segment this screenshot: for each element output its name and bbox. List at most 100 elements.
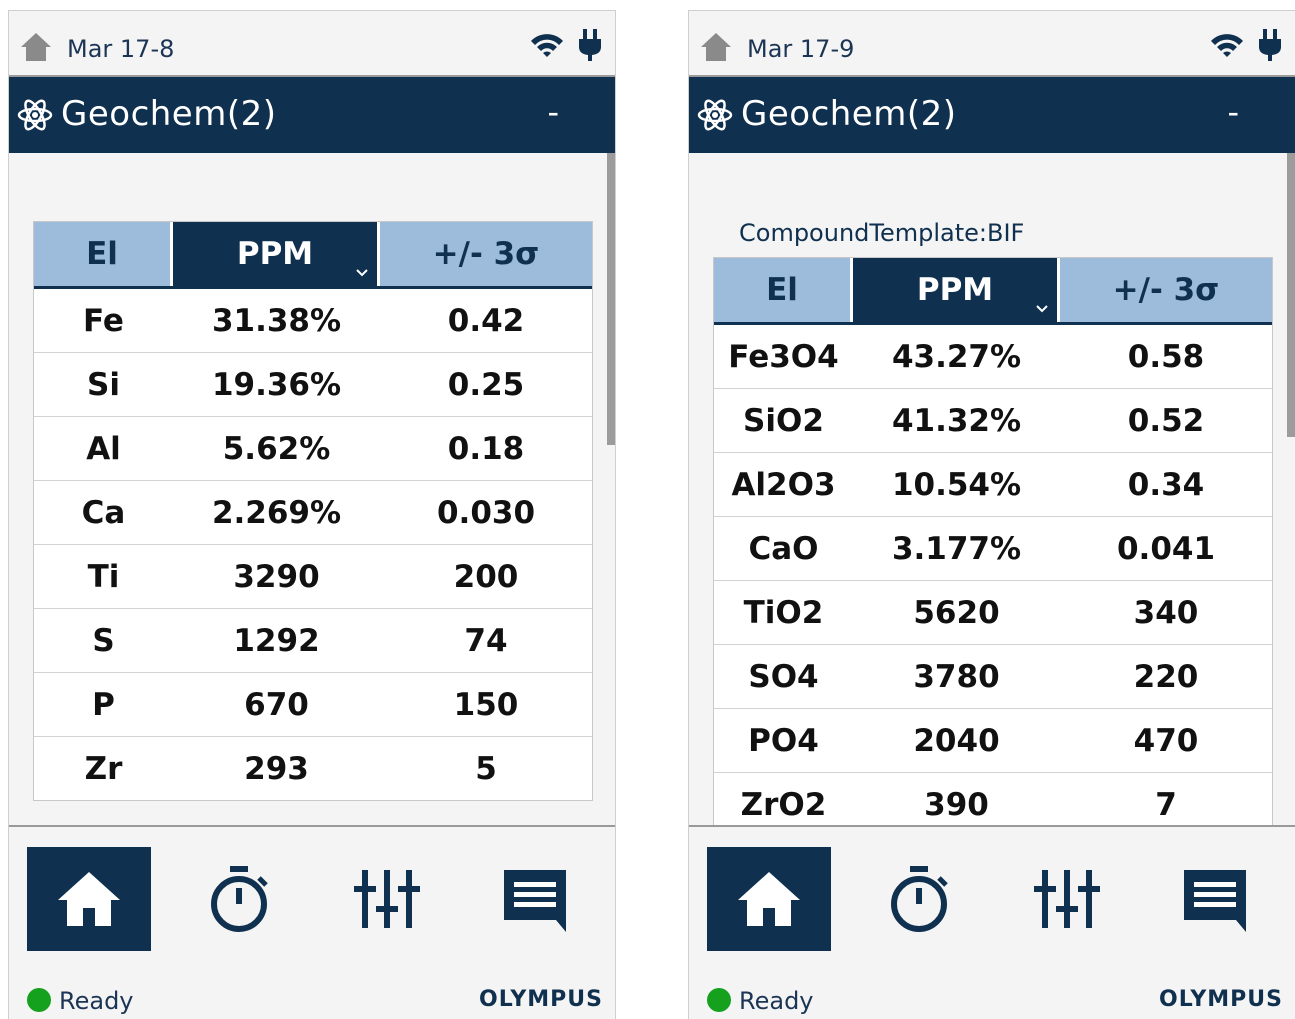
- nav-settings-button[interactable]: [1005, 847, 1129, 951]
- brand-logo: OLYMPUS: [479, 987, 603, 1012]
- analyzer-screen-left: Mar 17-8 Geochem(2) - El PPM +/- 3σ Fe 31…: [8, 10, 616, 1019]
- sliders-icon: [354, 870, 420, 928]
- element-cell: S: [92, 622, 115, 659]
- table-header: El PPM +/- 3σ: [34, 222, 592, 289]
- wifi-icon: [1211, 34, 1243, 57]
- home-icon[interactable]: [699, 31, 733, 63]
- table-row[interactable]: Al 5.62% 0.18: [34, 417, 592, 481]
- message-icon: [1184, 870, 1246, 932]
- error-cell: 0.041: [1116, 530, 1216, 567]
- table-row[interactable]: TiO2 5620 340: [714, 581, 1272, 645]
- home-icon: [58, 872, 120, 926]
- error-cell: 0.34: [1127, 466, 1205, 503]
- concentration-cell: 670: [244, 686, 309, 723]
- scrollbar-thumb[interactable]: [1287, 153, 1295, 437]
- concentration-cell: 1292: [233, 622, 320, 659]
- element-cell: Al: [86, 430, 121, 467]
- scrollbar[interactable]: [607, 153, 615, 825]
- status-indicator: [27, 988, 51, 1012]
- minimize-button[interactable]: -: [1227, 93, 1239, 131]
- table-header: El PPM +/- 3σ: [714, 258, 1272, 325]
- table-row[interactable]: Si 19.36% 0.25: [34, 353, 592, 417]
- concentration-cell: 31.38%: [211, 302, 342, 339]
- plug-icon: [1259, 29, 1281, 61]
- error-cell: 5: [475, 750, 497, 787]
- home-icon[interactable]: [19, 31, 53, 63]
- nav-messages-button[interactable]: [473, 847, 597, 951]
- stopwatch-icon: [211, 866, 268, 932]
- column-header-error[interactable]: +/- 3σ: [380, 222, 592, 286]
- nav-messages-button[interactable]: [1153, 847, 1277, 951]
- nav-home-button[interactable]: [27, 847, 151, 951]
- concentration-cell: 5620: [913, 594, 1000, 631]
- app-title-bar: Geochem(2) -: [9, 77, 615, 153]
- mode-title: Geochem(2): [741, 94, 957, 134]
- element-cell: Si: [87, 366, 120, 403]
- element-cell: Zr: [84, 750, 123, 787]
- concentration-cell: 3.177%: [891, 530, 1022, 567]
- error-cell: 0.030: [436, 494, 536, 531]
- table-row[interactable]: CaO 3.177% 0.041: [714, 517, 1272, 581]
- sliders-icon: [1034, 870, 1100, 928]
- element-cell: Fe: [83, 302, 124, 339]
- error-cell: 74: [464, 622, 508, 659]
- message-icon: [504, 870, 566, 932]
- concentration-cell: 3780: [913, 658, 1000, 695]
- wifi-icon: [531, 34, 563, 57]
- concentration-cell: 41.32%: [891, 402, 1022, 439]
- timestamp: Mar 17-9: [747, 35, 855, 63]
- results-table: El PPM +/- 3σ Fe 31.38% 0.42 Si 19.36% 0.25 …: [33, 221, 593, 801]
- column-header-ppm[interactable]: PPM: [173, 222, 380, 286]
- results-panel: CompoundTemplate:BIF El PPM +/- 3σ Fe3O4…: [689, 153, 1295, 836]
- element-cell: Ti: [87, 558, 120, 595]
- table-row[interactable]: PO4 2040 470: [714, 709, 1272, 773]
- status-text: Ready: [59, 987, 134, 1015]
- table-row[interactable]: SiO2 41.32% 0.52: [714, 389, 1272, 453]
- timestamp: Mar 17-8: [67, 35, 175, 63]
- concentration-cell: 390: [924, 786, 989, 823]
- chevron-down-icon: [1036, 305, 1048, 313]
- stopwatch-icon: [891, 866, 948, 932]
- compound-template-label: CompoundTemplate:BIF: [739, 219, 1025, 247]
- column-header-ppm[interactable]: PPM: [853, 258, 1060, 322]
- nav-timer-button[interactable]: [857, 847, 981, 951]
- column-header-el[interactable]: El: [34, 222, 173, 286]
- chevron-down-icon: [356, 269, 368, 277]
- nav-home-button[interactable]: [707, 847, 831, 951]
- nav-settings-button[interactable]: [325, 847, 449, 951]
- error-cell: 340: [1133, 594, 1199, 631]
- table-row[interactable]: P 670 150: [34, 673, 592, 737]
- scrollbar[interactable]: [1287, 153, 1295, 825]
- table-row[interactable]: Ca 2.269% 0.030: [34, 481, 592, 545]
- error-cell: 0.42: [447, 302, 525, 339]
- concentration-cell: 2.269%: [211, 494, 342, 531]
- home-icon: [738, 872, 800, 926]
- table-row[interactable]: Fe 31.38% 0.42: [34, 289, 592, 353]
- brand-logo: OLYMPUS: [1159, 987, 1283, 1012]
- results-table: El PPM +/- 3σ Fe3O4 43.27% 0.58 SiO2 41.32%…: [713, 257, 1273, 836]
- status-bar: Mar 17-8: [9, 11, 615, 77]
- minimize-button[interactable]: -: [547, 93, 559, 131]
- table-row[interactable]: SO4 3780 220: [714, 645, 1272, 709]
- nav-timer-button[interactable]: [177, 847, 301, 951]
- column-header-error[interactable]: +/- 3σ: [1060, 258, 1272, 322]
- scrollbar-thumb[interactable]: [607, 153, 615, 445]
- error-cell: 0.18: [447, 430, 525, 467]
- app-title-bar: Geochem(2) -: [689, 77, 1295, 153]
- element-cell: Al2O3: [731, 466, 836, 503]
- table-row[interactable]: Al2O3 10.54% 0.34: [714, 453, 1272, 517]
- column-header-el[interactable]: El: [714, 258, 853, 322]
- status-indicator: [707, 988, 731, 1012]
- mode-title: Geochem(2): [61, 94, 277, 134]
- bottom-nav: [689, 825, 1295, 981]
- table-row[interactable]: S 1292 74: [34, 609, 592, 673]
- table-row[interactable]: Ti 3290 200: [34, 545, 592, 609]
- atom-icon: [17, 99, 53, 131]
- concentration-cell: 43.27%: [891, 338, 1022, 375]
- table-row[interactable]: Zr 293 5: [34, 737, 592, 800]
- error-cell: 200: [453, 558, 519, 595]
- concentration-cell: 2040: [913, 722, 1000, 759]
- element-cell: CaO: [748, 530, 819, 567]
- table-row[interactable]: Fe3O4 43.27% 0.58: [714, 325, 1272, 389]
- concentration-cell: 5.62%: [222, 430, 331, 467]
